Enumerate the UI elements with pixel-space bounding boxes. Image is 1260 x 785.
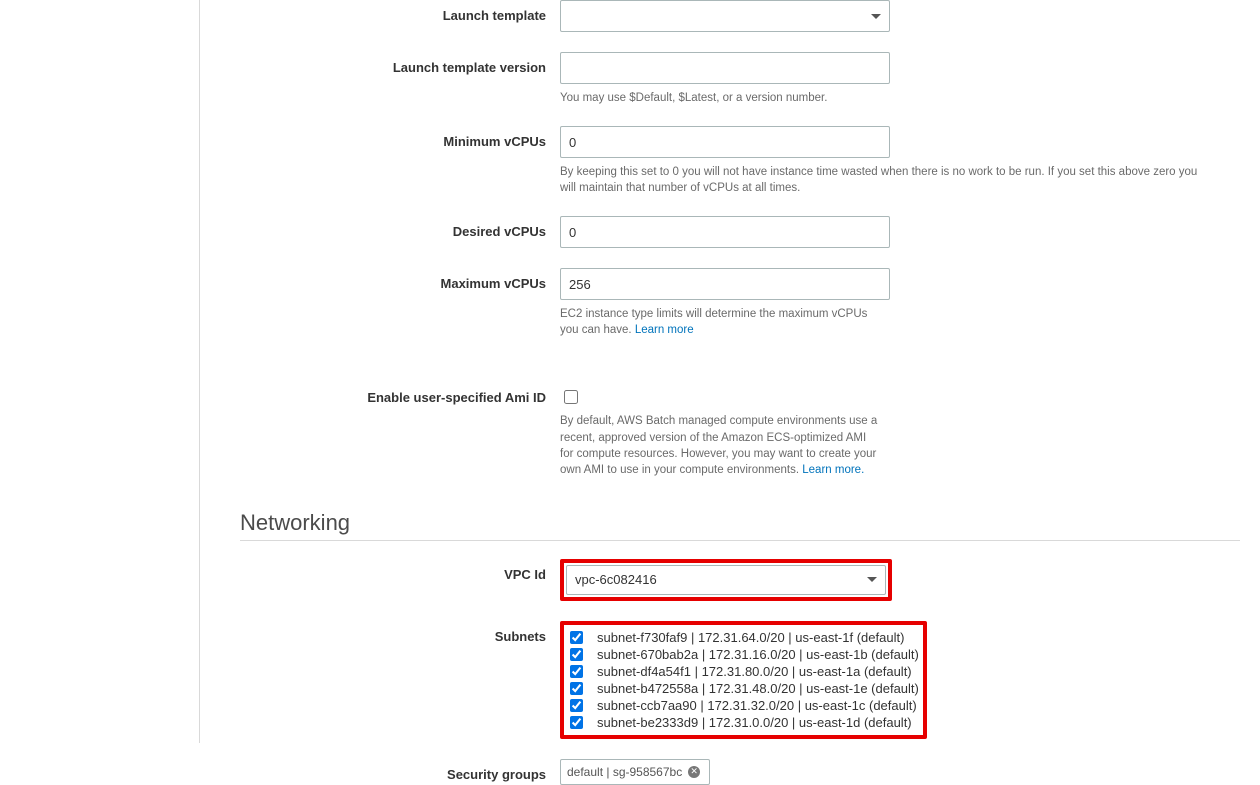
subnet-item: subnet-df4a54f1 | 172.31.80.0/20 | us-ea… — [568, 663, 919, 680]
link-enable-ami-learn-more[interactable]: Learn more. — [802, 464, 864, 476]
section-heading-networking: Networking — [240, 510, 1240, 536]
row-vpc-id: VPC Id vpc-6c082416 — [240, 559, 1240, 601]
subnet-label: subnet-f730faf9 | 172.31.64.0/20 | us-ea… — [597, 630, 904, 645]
label-subnets: Subnets — [240, 621, 560, 644]
help-min-vcpus: By keeping this set to 0 you will not ha… — [560, 164, 1200, 196]
select-vpc-id[interactable]: vpc-6c082416 — [566, 565, 886, 595]
subnet-checkbox[interactable] — [570, 716, 583, 729]
label-max-vcpus: Maximum vCPUs — [240, 268, 560, 291]
section-divider — [240, 540, 1240, 541]
subnet-label: subnet-be2333d9 | 172.31.0.0/20 | us-eas… — [597, 715, 912, 730]
subnet-checkbox[interactable] — [570, 648, 583, 661]
security-group-chip-text: default | sg-958567bc — [567, 765, 682, 779]
help-enable-ami: By default, AWS Batch managed compute en… — [560, 413, 880, 477]
label-min-vcpus: Minimum vCPUs — [240, 126, 560, 149]
input-max-vcpus[interactable] — [560, 268, 890, 300]
label-vpc-id: VPC Id — [240, 559, 560, 582]
subnet-checkbox[interactable] — [570, 631, 583, 644]
row-launch-template: Launch template — [240, 0, 1240, 32]
caret-down-icon — [867, 577, 877, 582]
label-launch-template-version: Launch template version — [240, 52, 560, 75]
input-min-vcpus[interactable] — [560, 126, 890, 158]
input-launch-template-version[interactable] — [560, 52, 890, 84]
remove-chip-icon[interactable]: ✕ — [688, 766, 700, 778]
subnet-label: subnet-b472558a | 172.31.48.0/20 | us-ea… — [597, 681, 919, 696]
highlight-vpc: vpc-6c082416 — [560, 559, 892, 601]
caret-down-icon — [871, 14, 881, 19]
label-launch-template: Launch template — [240, 0, 560, 23]
help-launch-template-version: You may use $Default, $Latest, or a vers… — [560, 90, 1200, 106]
select-launch-template[interactable] — [560, 0, 890, 32]
multiselect-security-groups[interactable]: default | sg-958567bc ✕ — [560, 759, 710, 785]
subnet-item: subnet-ccb7aa90 | 172.31.32.0/20 | us-ea… — [568, 697, 919, 714]
subnet-checkbox[interactable] — [570, 665, 583, 678]
form-content: Launch template Launch template version … — [200, 0, 1260, 743]
highlight-subnets: subnet-f730faf9 | 172.31.64.0/20 | us-ea… — [560, 621, 927, 739]
input-desired-vcpus[interactable] — [560, 216, 890, 248]
row-max-vcpus: Maximum vCPUs EC2 instance type limits w… — [240, 268, 1240, 338]
row-security-groups: Security groups default | sg-958567bc ✕ — [240, 759, 1240, 785]
checkbox-enable-ami[interactable] — [564, 390, 578, 404]
help-max-vcpus: EC2 instance type limits will determine … — [560, 306, 880, 338]
row-enable-ami: Enable user-specified Ami ID By default,… — [240, 382, 1240, 477]
subnet-item: subnet-f730faf9 | 172.31.64.0/20 | us-ea… — [568, 629, 919, 646]
row-subnets: Subnets subnet-f730faf9 | 172.31.64.0/20… — [240, 621, 1240, 739]
subnet-label: subnet-ccb7aa90 | 172.31.32.0/20 | us-ea… — [597, 698, 917, 713]
subnet-checkbox[interactable] — [570, 682, 583, 695]
subnet-item: subnet-670bab2a | 172.31.16.0/20 | us-ea… — [568, 646, 919, 663]
row-desired-vcpus: Desired vCPUs — [240, 216, 1240, 248]
row-min-vcpus: Minimum vCPUs By keeping this set to 0 y… — [240, 126, 1240, 196]
row-launch-template-version: Launch template version You may use $Def… — [240, 52, 1240, 106]
label-enable-ami: Enable user-specified Ami ID — [240, 382, 560, 405]
subnet-checkbox[interactable] — [570, 699, 583, 712]
subnet-item: subnet-be2333d9 | 172.31.0.0/20 | us-eas… — [568, 714, 919, 731]
subnet-item: subnet-b472558a | 172.31.48.0/20 | us-ea… — [568, 680, 919, 697]
link-max-vcpus-learn-more[interactable]: Learn more — [635, 324, 694, 336]
subnet-label: subnet-670bab2a | 172.31.16.0/20 | us-ea… — [597, 647, 919, 662]
select-vpc-id-value: vpc-6c082416 — [575, 572, 657, 587]
label-desired-vcpus: Desired vCPUs — [240, 216, 560, 239]
subnet-label: subnet-df4a54f1 | 172.31.80.0/20 | us-ea… — [597, 664, 912, 679]
label-security-groups: Security groups — [240, 759, 560, 782]
left-sidebar — [0, 0, 200, 743]
